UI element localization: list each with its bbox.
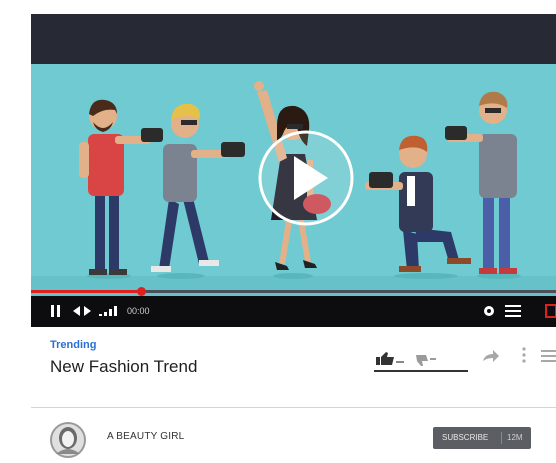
subscribe-button[interactable]: SUBSCRIBE 12M xyxy=(433,427,531,449)
section-divider xyxy=(31,407,556,408)
pause-button[interactable] xyxy=(51,296,61,327)
video-title: New Fashion Trend xyxy=(50,357,198,376)
skip-arrows-icon xyxy=(73,306,91,317)
avatar[interactable] xyxy=(50,422,86,458)
volume-bars-icon xyxy=(99,306,117,317)
gear-icon xyxy=(484,306,494,317)
progress-fill xyxy=(31,290,142,293)
player-controls: 00:00 xyxy=(31,287,556,327)
figure-photographer-blonde xyxy=(151,103,245,279)
thumbs-up-icon xyxy=(376,352,404,365)
menu-icon xyxy=(505,305,521,318)
figure-photographer-red xyxy=(79,99,163,279)
channel-name[interactable]: A BEAUTY GIRL xyxy=(107,431,184,442)
thumbs-down-icon xyxy=(416,355,436,366)
video-player[interactable]: 00:00 xyxy=(31,14,556,327)
add-to-list-button[interactable] xyxy=(541,349,556,367)
settings-button[interactable] xyxy=(483,296,495,327)
volume-button[interactable] xyxy=(99,296,117,327)
rating-group xyxy=(374,349,468,373)
category-link[interactable]: Trending xyxy=(50,339,96,351)
fullscreen-button[interactable] xyxy=(545,296,556,327)
play-icon[interactable] xyxy=(258,130,354,226)
share-arrow-icon xyxy=(483,350,499,362)
more-vertical-icon xyxy=(522,347,526,363)
progress-bar[interactable] xyxy=(31,287,556,296)
figure-photographer-kneeling xyxy=(365,135,471,279)
list-icon xyxy=(541,350,556,362)
subscribe-label: SUBSCRIBE xyxy=(442,433,489,442)
video-frame[interactable] xyxy=(31,64,556,296)
subscriber-count: 12M xyxy=(507,433,523,442)
more-button[interactable] xyxy=(522,347,526,368)
like-dislike-icons xyxy=(374,352,468,372)
pause-icon xyxy=(51,305,60,318)
player-top-bar xyxy=(31,14,556,64)
fullscreen-icon xyxy=(545,304,556,319)
share-button[interactable] xyxy=(483,349,499,367)
time-display: 00:00 xyxy=(127,306,150,316)
subscribe-separator xyxy=(501,432,502,444)
playlist-button[interactable] xyxy=(505,296,521,327)
skip-button[interactable] xyxy=(73,296,91,327)
user-avatar-icon xyxy=(50,422,86,458)
video-thumbnail xyxy=(31,81,556,296)
